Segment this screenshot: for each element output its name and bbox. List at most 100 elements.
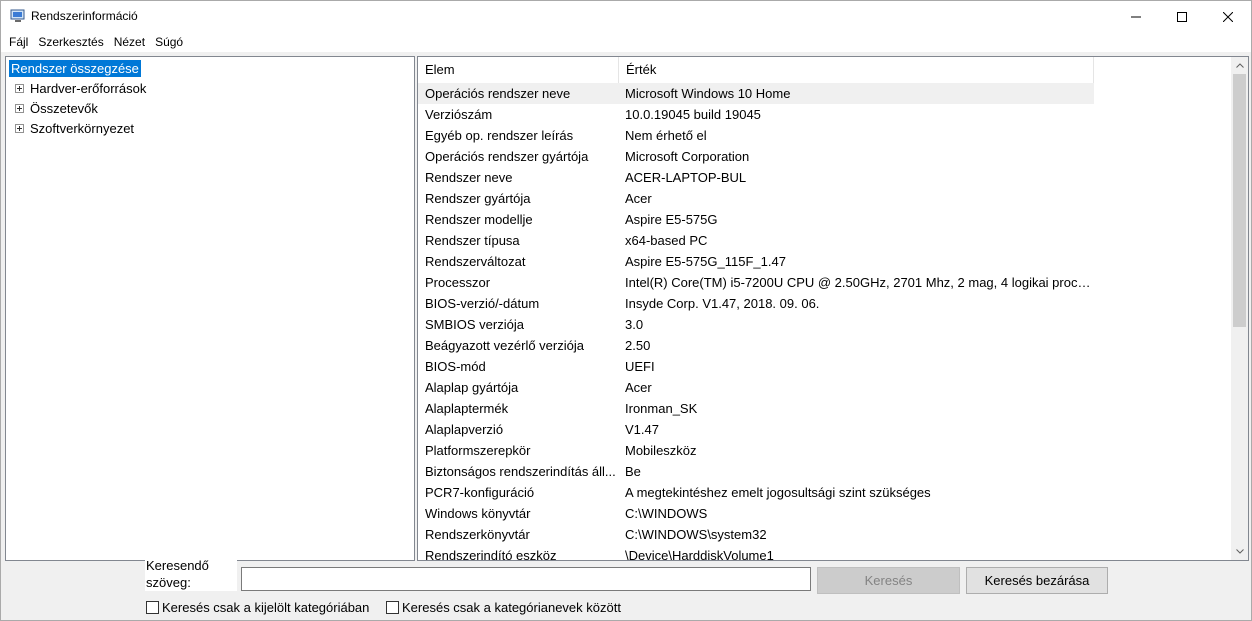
cell-elem: Operációs rendszer gyártója	[425, 149, 589, 164]
cell-value: Acer	[625, 380, 652, 395]
cell-value: Be	[625, 464, 641, 479]
chevron-down-icon	[1235, 549, 1244, 554]
cell-value: Insyde Corp. V1.47, 2018. 09. 06.	[625, 296, 820, 311]
table-row[interactable]: SMBIOS verziója 3.0	[418, 314, 1094, 335]
table-row[interactable]: Egyéb op. rendszer leírás Nem érhető el	[418, 125, 1094, 146]
cell-elem: Rendszer típusa	[425, 233, 520, 248]
title-bar: Rendszerinformáció	[1, 1, 1251, 32]
search-selected-category-option[interactable]: Keresés csak a kijelölt kategóriában	[146, 599, 369, 615]
table-row[interactable]: Platformszerepkör Mobileszköz	[418, 440, 1094, 461]
cell-elem: Processzor	[425, 275, 491, 290]
cell-elem: Operációs rendszer neve	[425, 86, 571, 101]
cell-elem: Biztonságos rendszerindítás áll...	[425, 464, 616, 479]
table-row[interactable]: Windows könyvtár C:\WINDOWS	[418, 503, 1094, 524]
system-info-icon	[10, 9, 25, 22]
checkbox-label: Keresés csak a kijelölt kategóriában	[162, 599, 370, 615]
checkbox-label: Keresés csak a kategórianevek között	[402, 599, 621, 615]
table-row[interactable]: Rendszerindító eszköz \Device\HarddiskVol…	[418, 545, 1094, 560]
column-header-elem[interactable]: Elem	[418, 57, 619, 83]
table-row[interactable]: Biztonságos rendszerindítás áll... Be	[418, 461, 1094, 482]
search-input[interactable]	[241, 567, 811, 591]
cell-value: 2.50	[625, 338, 651, 353]
scroll-up-button[interactable]	[1231, 57, 1248, 74]
cell-elem: Alaplaptermék	[425, 401, 509, 416]
expand-icon[interactable]	[15, 83, 24, 93]
cell-elem: PCR7-konfiguráció	[425, 485, 535, 500]
search-label: Keresendő szöveg:	[145, 557, 237, 591]
search-selected-category-checkbox[interactable]	[146, 600, 159, 614]
menu-file[interactable]: Fájl	[4, 32, 33, 52]
tree-item-hardware-resources[interactable]: Hardver-erőforrások	[6, 79, 148, 97]
table-row[interactable]: Rendszer modellje Aspire E5-575G	[418, 209, 1094, 230]
scroll-down-button[interactable]	[1231, 543, 1248, 560]
table-row[interactable]: Operációs rendszer gyártója Microsoft Cor…	[418, 146, 1094, 167]
column-header-value[interactable]: Érték	[619, 57, 1094, 83]
scroll-thumb[interactable]	[1233, 74, 1246, 327]
cell-elem: BIOS-mód	[425, 359, 486, 374]
cell-value: Microsoft Windows 10 Home	[625, 86, 791, 101]
table-row[interactable]: Verziószám 10.0.19045 build 19045	[418, 104, 1094, 125]
cell-elem: Rendszer modellje	[425, 212, 533, 227]
cell-value: UEFI	[625, 359, 655, 374]
table-row[interactable]: Rendszerváltozat Aspire E5-575G_115F_1.47	[418, 251, 1094, 272]
cell-value: 10.0.19045 build 19045	[625, 107, 761, 122]
expand-icon[interactable]	[15, 103, 24, 113]
tree-item-label: Szoftverkörnyezet	[30, 120, 135, 136]
table-row[interactable]: Operációs rendszer neve Microsoft Windows…	[418, 83, 1094, 104]
search-category-names-checkbox[interactable]	[386, 600, 399, 614]
cell-elem: Platformszerepkör	[425, 443, 531, 458]
maximize-icon	[1177, 11, 1187, 22]
cell-value: Nem érhető el	[625, 128, 707, 143]
minimize-icon	[1131, 16, 1141, 17]
minimize-button[interactable]	[1113, 1, 1159, 32]
cell-elem: Alaplapverzió	[425, 422, 504, 437]
table-row[interactable]: Alaplaptermék Ironman_SK	[418, 398, 1094, 419]
table-row[interactable]: Beágyazott vezérlő verziója 2.50	[418, 335, 1094, 356]
list-body: Operációs rendszer neve Microsoft Windows…	[418, 83, 1232, 560]
table-row[interactable]: Rendszer neve ACER-LAPTOP-BUL	[418, 167, 1094, 188]
expand-icon[interactable]	[15, 123, 24, 133]
tree-item-system-summary[interactable]: Rendszer összegzése	[9, 59, 141, 77]
table-row[interactable]: Rendszer típusa x64-based PC	[418, 230, 1094, 251]
table-row[interactable]: Rendszer gyártója Acer	[418, 188, 1094, 209]
table-row[interactable]: Alaplapverzió V1.47	[418, 419, 1094, 440]
table-row[interactable]: BIOS-mód UEFI	[418, 356, 1094, 377]
search-button[interactable]: Keresés	[817, 567, 960, 594]
close-icon	[1223, 11, 1233, 22]
cell-value: Acer	[625, 191, 652, 206]
cell-elem: Windows könyvtár	[425, 506, 531, 521]
search-category-names-option[interactable]: Keresés csak a kategórianevek között	[386, 599, 621, 615]
table-row[interactable]: Alaplap gyártója Acer	[418, 377, 1094, 398]
cell-elem: Rendszer gyártója	[425, 191, 531, 206]
tree-item-components[interactable]: Összetevők	[6, 99, 100, 117]
tree-item-label: Rendszer összegzése	[9, 59, 141, 77]
cell-elem: Alaplap gyártója	[425, 380, 519, 395]
cell-elem: SMBIOS verziója	[425, 317, 524, 332]
cell-elem: Egyéb op. rendszer leírás	[425, 128, 574, 143]
cell-value: Intel(R) Core(TM) i5-7200U CPU @ 2.50GHz…	[625, 275, 1091, 290]
details-list: Elem Érték Operációs rendszer neve Micros…	[417, 56, 1249, 561]
table-row[interactable]: Processzor Intel(R) Core(TM) i5-7200U CPU…	[418, 272, 1094, 293]
list-header: Elem Érték	[418, 57, 1248, 83]
table-row[interactable]: PCR7-konfiguráció A megtekintéshez emelt …	[418, 482, 1094, 503]
cell-elem: Rendszerváltozat	[425, 254, 526, 269]
menu-edit[interactable]: Szerkesztés	[33, 32, 108, 52]
tree-item-label: Hardver-erőforrások	[30, 80, 147, 96]
cell-elem: Rendszer neve	[425, 170, 513, 185]
tree-item-software-environment[interactable]: Szoftverkörnyezet	[6, 119, 136, 137]
cell-elem: Rendszerkönyvtár	[425, 527, 530, 542]
cell-value: Mobileszköz	[625, 443, 697, 458]
close-button[interactable]	[1205, 1, 1251, 32]
close-search-button[interactable]: Keresés bezárása	[966, 567, 1108, 594]
cell-value: ACER-LAPTOP-BUL	[625, 170, 747, 185]
cell-value: \Device\HarddiskVolume1	[625, 548, 774, 560]
vertical-scrollbar[interactable]	[1231, 57, 1248, 560]
table-row[interactable]: Rendszerkönyvtár C:\WINDOWS\system32	[418, 524, 1094, 545]
table-row[interactable]: BIOS-verzió/-dátum Insyde Corp. V1.47, 20…	[418, 293, 1094, 314]
tree-item-label: Összetevők	[30, 100, 98, 116]
menu-help[interactable]: Súgó	[150, 32, 188, 52]
app-window: Rendszerinformáció Fájl Szerkesztés Néze…	[0, 0, 1252, 621]
cell-value: Microsoft Corporation	[625, 149, 750, 164]
menu-view[interactable]: Nézet	[109, 32, 150, 52]
maximize-button[interactable]	[1159, 1, 1205, 32]
